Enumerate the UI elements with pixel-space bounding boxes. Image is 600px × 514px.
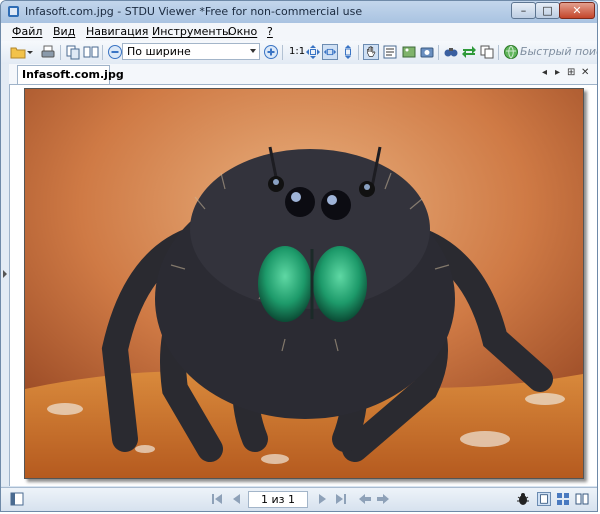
select-text-icon[interactable]: [382, 44, 398, 60]
facing-view-icon[interactable]: [575, 492, 589, 506]
menu-view[interactable]: Вид: [53, 25, 75, 38]
tab-next-icon[interactable]: ▸: [555, 67, 560, 78]
copy-page-icon[interactable]: [65, 44, 81, 60]
toolbar-separator: [358, 45, 359, 60]
zoom-select-value: По ширине: [127, 45, 191, 58]
zoom-out-icon[interactable]: [107, 44, 123, 60]
fit-height-icon[interactable]: [340, 44, 356, 60]
minimize-icon: –: [520, 4, 527, 17]
toolbar: По ширине 1:1 Быстрый поиск: [1, 41, 597, 65]
document-viewport[interactable]: [9, 85, 597, 486]
snapshot-icon[interactable]: [419, 44, 435, 60]
print-icon[interactable]: [40, 44, 56, 60]
find-icon[interactable]: [443, 44, 459, 60]
hand-tool-icon[interactable]: [363, 44, 379, 60]
chevron-down-icon: [250, 49, 256, 53]
toolbar-separator: [438, 45, 439, 60]
toggle-sidebar-icon[interactable]: [10, 492, 24, 506]
continuous-view-icon[interactable]: [556, 492, 570, 506]
menu-navigation[interactable]: Навигация: [86, 25, 148, 38]
menu-help[interactable]: ?: [267, 25, 273, 38]
zoom-select[interactable]: По ширине: [122, 43, 260, 60]
menu-file[interactable]: Файл: [12, 25, 42, 38]
tab-document[interactable]: Infasoft.com.jpg: [17, 65, 124, 84]
quick-search-input[interactable]: Быстрый поиск: [520, 45, 597, 58]
title-bar[interactable]: Infasoft.com.jpg - STDU Viewer *Free for…: [1, 1, 597, 23]
copy-icon[interactable]: [479, 44, 495, 60]
close-button[interactable]: ✕: [559, 2, 595, 19]
toolbar-separator: [102, 45, 103, 60]
open-folder-icon[interactable]: [10, 44, 26, 60]
menu-tools[interactable]: Инструменты: [152, 25, 231, 38]
first-page-icon[interactable]: [210, 492, 224, 506]
tab-list-icon[interactable]: ⊞: [567, 67, 575, 78]
zoom-in-icon[interactable]: [263, 44, 279, 60]
window-title: Infasoft.com.jpg - STDU Viewer *Free for…: [25, 5, 363, 18]
close-icon: ✕: [572, 4, 582, 17]
maximize-icon: □: [542, 4, 553, 17]
menu-window[interactable]: Окно: [228, 25, 257, 38]
bug-icon[interactable]: [516, 492, 530, 506]
toolbar-separator: [498, 45, 499, 60]
chevron-down-icon[interactable]: [26, 44, 34, 60]
tab-prev-icon[interactable]: ◂: [542, 67, 547, 78]
fit-page-icon[interactable]: [305, 44, 321, 60]
expand-panel-icon[interactable]: [2, 269, 8, 279]
select-image-icon[interactable]: [401, 44, 417, 60]
tab-document-label: Infasoft.com.jpg: [22, 68, 124, 81]
actual-size-button[interactable]: 1:1: [289, 46, 305, 57]
next-page-icon[interactable]: [316, 492, 330, 506]
globe-search-icon[interactable]: [503, 44, 519, 60]
page-number-field[interactable]: 1 из 1: [248, 491, 308, 508]
tab-bar: Infasoft.com.jpg ◂ ▸ ⊞ ✕: [9, 64, 597, 85]
tab-close-icon[interactable]: ✕: [581, 67, 589, 78]
menu-bar: Файл Вид Навигация Инструменты Окно ?: [1, 23, 597, 41]
forward-icon[interactable]: [376, 492, 390, 506]
fit-width-icon[interactable]: [322, 44, 338, 60]
app-window: Infasoft.com.jpg - STDU Viewer *Free for…: [0, 0, 598, 512]
toolbar-separator: [282, 45, 283, 60]
app-icon: [8, 6, 19, 17]
swap-arrows-icon[interactable]: [461, 44, 477, 60]
document-image: [24, 88, 584, 479]
two-pages-icon[interactable]: [83, 44, 99, 60]
previous-page-icon[interactable]: [229, 492, 243, 506]
minimize-button[interactable]: –: [511, 2, 536, 19]
maximize-button[interactable]: □: [535, 2, 560, 19]
last-page-icon[interactable]: [334, 492, 348, 506]
toolbar-separator: [60, 45, 61, 60]
single-page-view-icon[interactable]: [537, 492, 551, 506]
back-icon[interactable]: [358, 492, 372, 506]
status-bar: 1 из 1: [1, 487, 597, 511]
